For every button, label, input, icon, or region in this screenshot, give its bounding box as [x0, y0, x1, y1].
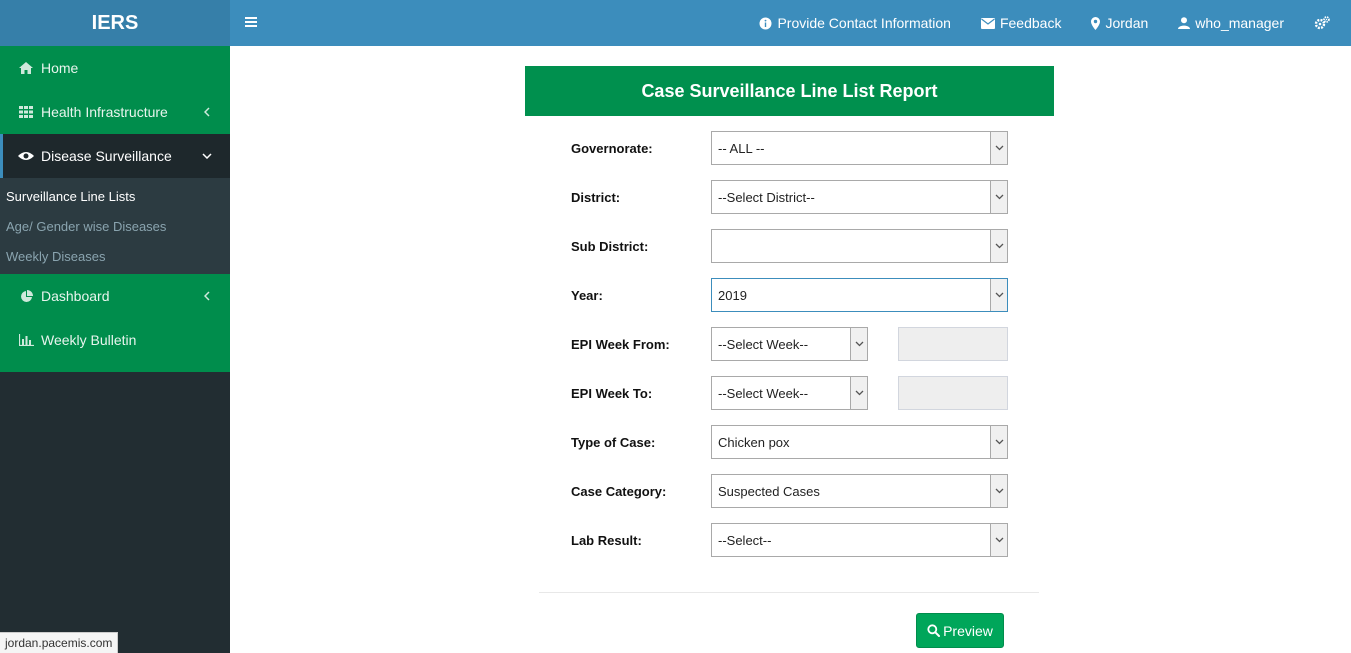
sidebar-menu-lower: Dashboard Weekly Bulletin [0, 274, 230, 372]
sub-district-select[interactable] [711, 229, 1008, 263]
top-nav-links: Provide Contact Information Feedback Jor… [744, 0, 1351, 46]
chevron-down-icon [850, 377, 867, 409]
sidebar-item-health-infrastructure[interactable]: Health Infrastructure [0, 90, 230, 134]
year-select[interactable]: 2019 [711, 278, 1008, 312]
lab-result-label: Lab Result: [571, 532, 642, 548]
map-marker-icon [1091, 16, 1101, 30]
submenu-item-surveillance-line-lists[interactable]: Surveillance Line Lists [0, 181, 230, 211]
location-label: Jordan [1105, 15, 1149, 31]
chevron-left-icon [202, 107, 212, 117]
sidebar-item-label: Home [41, 60, 79, 76]
type-of-case-label: Type of Case: [571, 434, 656, 450]
governorate-select[interactable]: -- ALL -- [711, 131, 1008, 165]
chevron-down-icon [990, 279, 1007, 311]
sidebar-item-label: Dashboard [41, 288, 110, 304]
chevron-down-icon [850, 328, 867, 360]
sidebar-item-dashboard[interactable]: Dashboard [0, 274, 230, 318]
year-row: Year: [571, 278, 711, 312]
sub-district-row: Sub District: [571, 229, 711, 263]
settings-link[interactable] [1299, 0, 1351, 46]
sidebar-item-weekly-bulletin[interactable]: Weekly Bulletin [0, 318, 230, 362]
hamburger-menu-icon[interactable] [244, 15, 258, 29]
district-value: --Select District-- [718, 189, 815, 205]
sub-district-label: Sub District: [571, 238, 649, 254]
chevron-down-icon [990, 524, 1007, 556]
district-select[interactable]: --Select District-- [711, 180, 1008, 214]
epi-week-to-row: EPI Week To: [571, 376, 711, 410]
user-menu-link[interactable]: who_manager [1163, 0, 1299, 46]
case-category-row: Case Category: [571, 474, 711, 508]
governorate-value: -- ALL -- [718, 140, 765, 156]
status-bar-url: jordan.pacemis.com [0, 632, 119, 653]
chevron-down-icon [990, 181, 1007, 213]
pie-chart-icon [18, 289, 34, 303]
sidebar-item-label: Health Infrastructure [41, 104, 168, 120]
lab-result-select[interactable]: --Select-- [711, 523, 1008, 557]
sidebar-menu-spacer [0, 362, 230, 372]
user-name-label: who_manager [1195, 15, 1284, 31]
submenu-item-age-gender-diseases[interactable]: Age/ Gender wise Diseases [0, 211, 230, 241]
feedback-label: Feedback [999, 15, 1062, 31]
envelope-icon [980, 17, 995, 29]
chevron-left-icon [202, 291, 212, 301]
lab-result-value: --Select-- [718, 532, 772, 548]
top-navbar: Provide Contact Information Feedback Jor… [230, 0, 1351, 46]
type-of-case-row: Type of Case: [571, 425, 711, 459]
user-icon [1178, 17, 1191, 29]
governorate-row: Governorate: [571, 131, 711, 165]
type-of-case-value: Chicken pox [718, 434, 790, 450]
info-circle-icon [759, 17, 772, 30]
disease-surveillance-submenu: Surveillance Line Lists Age/ Gender wise… [0, 178, 230, 274]
epi-week-to-value: --Select Week-- [718, 385, 809, 401]
lab-result-row: Lab Result: [571, 523, 711, 557]
app-brand[interactable]: IERS [0, 0, 230, 46]
provide-contact-info-label: Provide Contact Information [777, 15, 951, 31]
district-row: District: [571, 180, 711, 214]
case-category-value: Suspected Cases [718, 483, 820, 499]
preview-button[interactable]: Preview [916, 613, 1004, 648]
epi-week-from-value: --Select Week-- [718, 336, 809, 352]
chevron-down-icon [990, 475, 1007, 507]
provide-contact-info-link[interactable]: Provide Contact Information [744, 0, 966, 46]
year-label: Year: [571, 287, 603, 303]
epi-week-from-row: EPI Week From: [571, 327, 711, 361]
sidebar: IERS Home Health Infrastructure Disease … [0, 0, 230, 653]
sidebar-item-label: Disease Surveillance [41, 148, 172, 164]
sidebar-item-home[interactable]: Home [0, 46, 230, 90]
district-label: District: [571, 189, 621, 205]
cogs-icon [1314, 16, 1330, 30]
type-of-case-select[interactable]: Chicken pox [711, 425, 1008, 459]
feedback-link[interactable]: Feedback [966, 0, 1076, 46]
eye-icon [18, 149, 34, 163]
chevron-down-icon [990, 426, 1007, 458]
epi-week-to-select[interactable]: --Select Week-- [711, 376, 868, 410]
bar-chart-icon [18, 333, 34, 347]
epi-week-from-select[interactable]: --Select Week-- [711, 327, 868, 361]
chevron-down-icon [202, 151, 212, 161]
case-category-select[interactable]: Suspected Cases [711, 474, 1008, 508]
main-content: Case Surveillance Line List Report Gover… [230, 46, 1351, 653]
report-title: Case Surveillance Line List Report [525, 66, 1054, 116]
submenu-item-weekly-diseases[interactable]: Weekly Diseases [0, 241, 230, 271]
preview-button-label: Preview [943, 622, 993, 639]
epi-week-to-date-field [898, 376, 1008, 410]
chevron-down-icon [990, 132, 1007, 164]
chevron-down-icon [990, 230, 1007, 262]
sidebar-item-label: Weekly Bulletin [41, 332, 137, 348]
epi-week-to-label: EPI Week To: [571, 385, 653, 401]
year-value: 2019 [718, 287, 747, 303]
form-divider [539, 592, 1039, 593]
epi-week-from-date-field [898, 327, 1008, 361]
sidebar-menu: Home Health Infrastructure [0, 46, 230, 134]
search-icon [927, 624, 941, 637]
location-link[interactable]: Jordan [1076, 0, 1163, 46]
sidebar-item-disease-surveillance[interactable]: Disease Surveillance [0, 134, 230, 178]
grid-icon [18, 105, 34, 119]
home-icon [18, 61, 34, 75]
case-category-label: Case Category: [571, 483, 667, 499]
governorate-label: Governorate: [571, 140, 653, 156]
epi-week-from-label: EPI Week From: [571, 336, 670, 352]
